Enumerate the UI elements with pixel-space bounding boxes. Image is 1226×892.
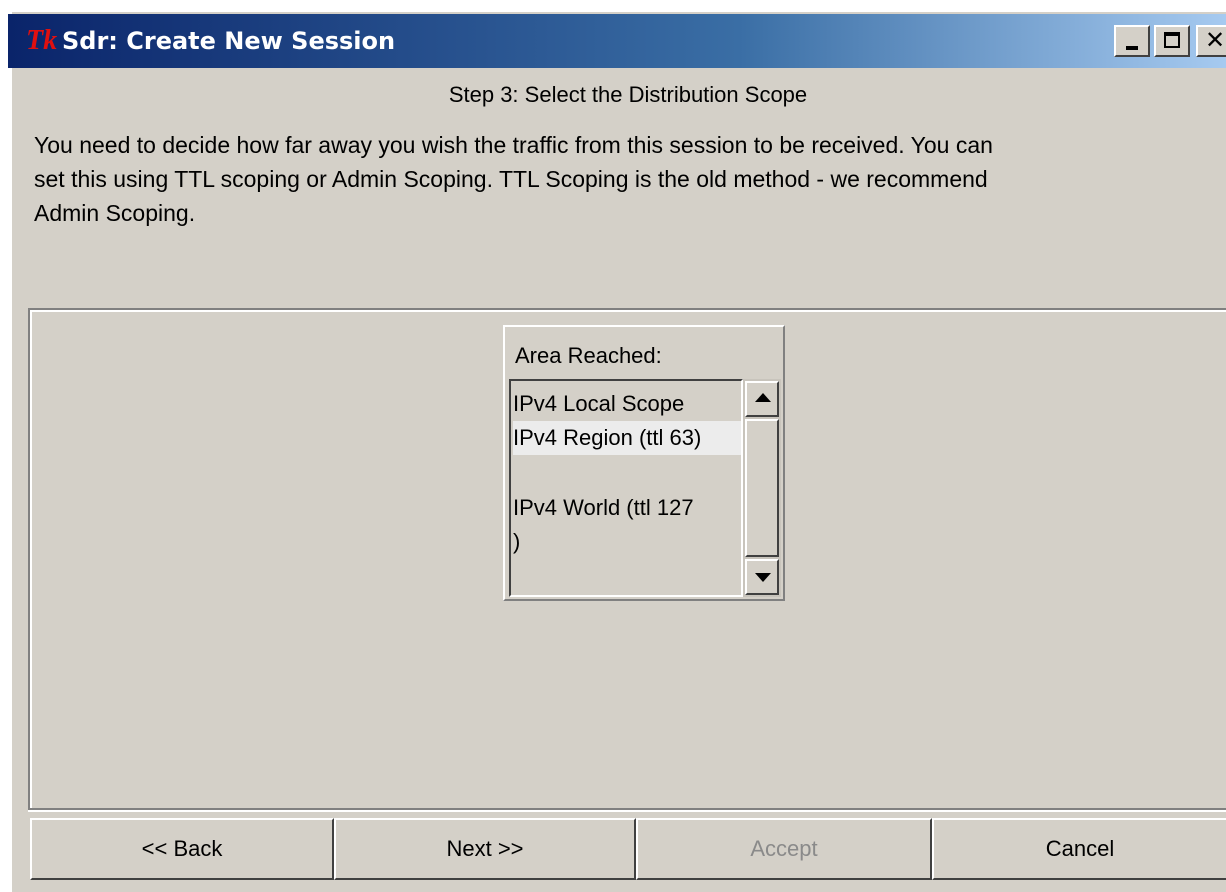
list-item-local-scope[interactable]: IPv4 Local Scope [513,387,741,421]
description-line: set this using TTL scoping or Admin Scop… [34,166,988,192]
listbox-scrollbar[interactable] [743,379,781,597]
cancel-button[interactable]: Cancel [932,818,1226,880]
frame-left-edge [28,310,32,810]
description-line: You need to decide how far away you wish… [34,132,993,158]
scroll-up-button[interactable] [745,381,779,417]
accept-button[interactable]: Accept [636,818,932,880]
maximize-icon [1164,32,1180,48]
top-separator [28,308,1226,312]
next-button[interactable]: Next >> [334,818,636,880]
tk-logo-icon: Tk [26,25,58,56]
description-text: You need to decide how far away you wish… [34,128,1224,230]
list-item-world[interactable]: IPv4 World (ttl 127 ) [513,491,741,559]
area-reached-label: Area Reached: [515,343,662,368]
minimize-button[interactable] [1114,25,1150,57]
scope-panel: Area Reached: IPv4 Local Scope IPv4 Regi… [503,325,785,601]
step-title: Step 3: Select the Distribution Scope [448,82,808,107]
arrow-down-icon [755,573,771,582]
back-button[interactable]: << Back [30,818,334,880]
maximize-button[interactable] [1154,25,1190,57]
description-line: Admin Scoping. [34,200,196,226]
scroll-down-button[interactable] [745,559,779,595]
list-item-world-text: IPv4 World (ttl 127 [513,495,694,520]
window-title: Sdr: Create New Session [62,27,396,55]
arrow-up-icon [755,393,771,402]
bottom-separator [28,808,1226,812]
scroll-thumb[interactable] [745,419,779,557]
minimize-icon [1126,46,1138,50]
button-row: << Back Next >> Accept Cancel [30,818,1226,882]
list-item-world-continuation: ) [513,529,521,554]
scope-listbox[interactable]: IPv4 Local Scope IPv4 Region (ttl 63) IP… [509,379,743,597]
close-button[interactable]: ✕ [1196,25,1226,57]
list-item-region[interactable]: IPv4 Region (ttl 63) [513,421,741,455]
close-icon: ✕ [1204,26,1226,54]
title-bar[interactable]: Tk Sdr: Create New Session ✕ [8,14,1226,68]
